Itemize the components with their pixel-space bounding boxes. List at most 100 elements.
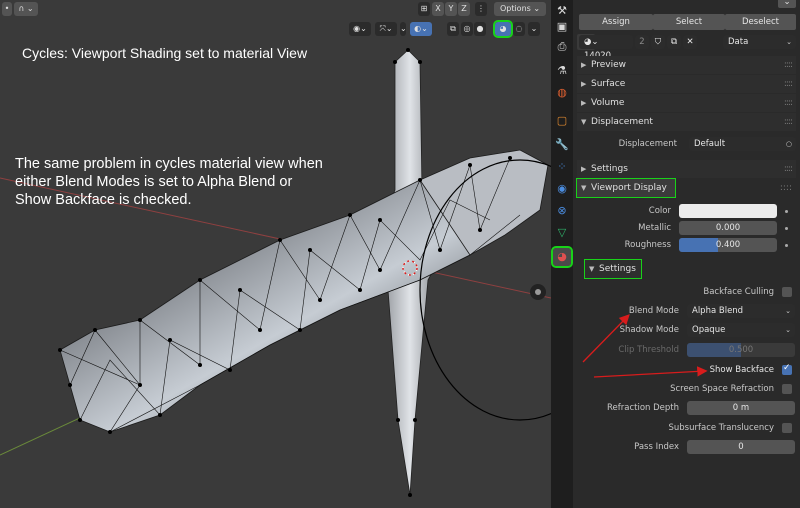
panel-viewport-display[interactable]: ▼ Viewport Display [576, 178, 676, 198]
displacement-label: Displacement [618, 139, 677, 149]
subsurface-checkbox[interactable] [782, 423, 792, 433]
shadow-mode-label: Shadow Mode [619, 325, 679, 335]
tab-render[interactable]: ▣ [553, 18, 571, 36]
refraction-depth-label: Refraction Depth [607, 403, 679, 413]
pass-index-field[interactable]: 0 [687, 440, 795, 454]
xray-icon[interactable]: ⧉ [447, 22, 459, 36]
annotation-description: The same problem in cycles material view… [15, 155, 345, 209]
drag-handle-icon[interactable]: :::: [780, 183, 792, 193]
backface-culling-checkbox[interactable] [782, 287, 792, 297]
select-button[interactable]: Select [653, 14, 725, 30]
properties-tab-strip: ⚒ ▣ ⎙ ⚗ ◍ ▢ 🔧 ⁘ ◉ ⊗ ▽ ◕ [551, 0, 573, 508]
roughness-value: 0.400 [715, 240, 741, 250]
3d-viewport[interactable]: • ∩ ⌄ ⊞ X Y Z ⋮ Options ⌄ ◉⌄ ⤧⌄ ⌄ ◐⌄ ⧉ ◎… [0, 0, 551, 508]
visibility-icon[interactable]: ◉⌄ [349, 22, 371, 36]
backface-culling-label: Backface Culling [703, 287, 774, 297]
chevron-down-icon[interactable]: ⌄ [778, 0, 796, 8]
solid-shading-icon[interactable]: ● [474, 22, 486, 36]
annotation-line: The same problem in cycles material view… [15, 156, 323, 172]
roughness-slider[interactable]: 0.400 [679, 238, 777, 252]
grid-icon[interactable]: ⋮ [475, 2, 487, 16]
shield-icon[interactable]: ⛉ [651, 35, 665, 49]
displacement-dropdown[interactable]: Default ○ [689, 137, 796, 151]
falloff-dropdown[interactable]: ∩ ⌄ [14, 2, 38, 16]
chevron-down-icon: ▼ [581, 118, 587, 126]
blend-mode-label: Blend Mode [628, 306, 679, 316]
annotation-title: Cycles: Viewport Shading set to material… [22, 45, 308, 61]
tab-physics[interactable]: ◉ [553, 180, 571, 198]
chevron-down-icon: ▼ [581, 184, 587, 192]
panel-settings-sub[interactable]: ▼ Settings [584, 259, 642, 279]
wireframe-shading-icon[interactable]: ◎ [461, 22, 473, 36]
show-backface-checkbox[interactable] [782, 363, 792, 375]
shadow-mode-dropdown[interactable]: Opaque ⌄ [687, 323, 795, 337]
chevron-down-icon: ⌄ [785, 326, 791, 334]
mode-icon[interactable]: • [2, 2, 12, 16]
show-backface-label: Show Backface [709, 365, 774, 375]
blend-mode-dropdown[interactable]: Alpha Blend ⌄ [687, 304, 795, 318]
viewport-header: • ∩ ⌄ ⊞ X Y Z ⋮ Options ⌄ ◉⌄ ⤧⌄ ⌄ ◐⌄ ⧉ ◎… [0, 0, 551, 38]
refraction-depth-field[interactable]: 0 m [687, 401, 795, 415]
chevron-right-icon: ▶ [581, 80, 587, 88]
tab-particles[interactable]: ⁘ [553, 158, 571, 176]
duplicate-icon[interactable]: ⧉ [667, 35, 681, 49]
rendered-shading-icon[interactable]: ◌ [513, 22, 525, 36]
annotation-line: either Blend Modes is set to Alpha Blend… [15, 174, 293, 190]
pass-index-label: Pass Index [634, 442, 679, 452]
clip-threshold-value: 0.500 [728, 345, 754, 355]
viewport-scene [0, 48, 551, 497]
material-users-count: 2 [635, 35, 649, 49]
panel-surface[interactable]: ▶ Surface:::: [577, 75, 796, 93]
metallic-slider[interactable]: 0.000 [679, 221, 777, 235]
link-dropdown[interactable]: Data ⌄ [723, 35, 796, 49]
close-icon[interactable]: ✕ [683, 35, 697, 49]
panel-settings[interactable]: ▶ Settings:::: [577, 160, 796, 178]
annotation-line: Show Backface is checked. [15, 192, 192, 208]
ssr-label: Screen Space Refraction [670, 384, 774, 394]
clip-threshold-slider[interactable]: 0.500 [687, 343, 795, 357]
deselect-button[interactable]: Deselect [725, 14, 796, 30]
tab-data[interactable]: ▽ [553, 224, 571, 242]
mirror-icon[interactable]: ⊞ [418, 2, 430, 16]
subsurface-label: Subsurface Translucency [668, 423, 775, 433]
material-preview-shading-icon[interactable]: ◕ [493, 20, 513, 38]
metallic-label: Metallic [638, 223, 671, 233]
chevron-down-icon: ▼ [589, 265, 595, 273]
axis-y-toggle[interactable]: Y [445, 2, 457, 16]
gizmo-icon[interactable]: ⤧⌄ [375, 22, 397, 36]
tab-output[interactable]: ⎙ [553, 38, 571, 56]
chevron-right-icon: ▶ [581, 99, 587, 107]
tab-modifiers[interactable]: 🔧 [553, 136, 571, 154]
keyframe-icon[interactable] [785, 244, 788, 247]
material-properties-panel: ⌄ Assign Select Deselect ◉ ◕⌄ 14020_... … [573, 0, 800, 508]
color-label: Color [648, 206, 671, 216]
tab-scene[interactable]: ⚗ [553, 62, 571, 80]
tab-material[interactable]: ◕ [551, 246, 573, 268]
panel-displacement[interactable]: ▼ Displacement:::: [577, 113, 796, 131]
ssr-checkbox[interactable] [782, 384, 792, 394]
tab-world[interactable]: ◍ [553, 84, 571, 102]
material-browse[interactable]: ◕⌄ 14020_... [579, 35, 633, 61]
shading-options-icon[interactable]: ⌄ [528, 22, 540, 36]
keyframe-icon[interactable] [785, 227, 788, 230]
circle-icon: ○ [785, 140, 792, 148]
chevron-down-icon[interactable]: ⌄ [400, 22, 407, 36]
clip-threshold-label: Clip Threshold [618, 345, 679, 355]
keyframe-icon[interactable] [785, 210, 788, 213]
overlays-icon[interactable]: ◐⌄ [410, 22, 432, 36]
tab-object[interactable]: ▢ [553, 112, 571, 130]
color-swatch[interactable] [679, 204, 777, 218]
assign-button[interactable]: Assign [579, 14, 653, 30]
panel-volume[interactable]: ▶ Volume:::: [577, 94, 796, 112]
chevron-down-icon: ⌄ [785, 307, 791, 315]
panel-preview[interactable]: ▶ Preview:::: [577, 56, 796, 74]
tab-constraints[interactable]: ⊗ [553, 202, 571, 220]
roughness-label: Roughness [624, 240, 671, 250]
axis-z-toggle[interactable]: Z [458, 2, 470, 16]
axis-x-toggle[interactable]: X [432, 2, 444, 16]
options-dropdown[interactable]: Options ⌄ [494, 2, 546, 16]
chevron-right-icon: ▶ [581, 165, 587, 173]
chevron-down-icon: ⌄ [786, 38, 792, 46]
chevron-right-icon: ▶ [581, 61, 587, 69]
roughness-slider-fill [679, 238, 719, 252]
